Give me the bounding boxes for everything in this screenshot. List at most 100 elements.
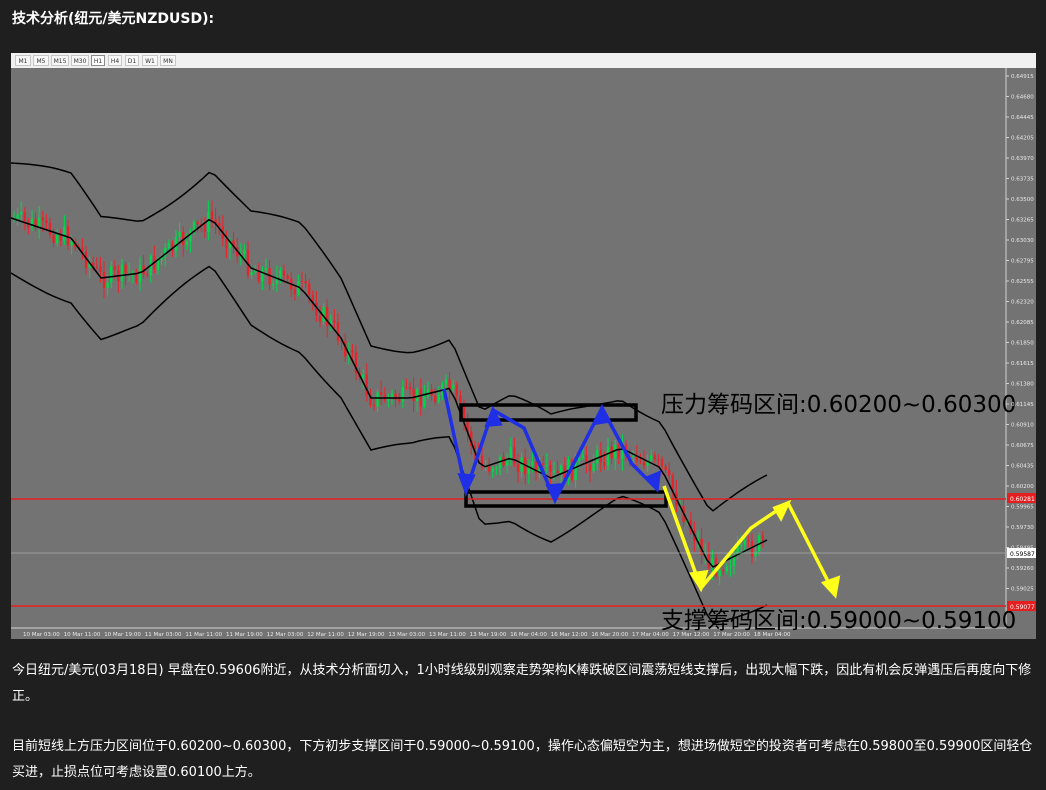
time-tick-label: 10 Mar 11:00 (64, 632, 101, 638)
candle-body (668, 470, 671, 476)
candle-body (581, 455, 584, 458)
timeframe-button-m1[interactable]: M1 (15, 55, 31, 66)
time-tick-label: 11 Mar 19:00 (226, 632, 263, 638)
candle-body (448, 379, 451, 390)
support-price-tag-text: 0.59077 (1010, 604, 1035, 611)
candle-body (225, 239, 228, 249)
time-tick-label: 18 Mar 04:00 (754, 632, 791, 638)
candle-body (398, 399, 401, 402)
candle-body (664, 466, 667, 471)
candle-body (653, 455, 656, 460)
candle-body (203, 224, 206, 232)
candle-body (333, 320, 336, 323)
candle-body (138, 265, 142, 283)
candle-body (106, 282, 109, 288)
price-tick-label: 0.59730 (1011, 525, 1034, 531)
price-tick-label: 0.63500 (1011, 197, 1034, 203)
candle-body (560, 465, 563, 473)
timeframe-button-m30[interactable]: M30 (71, 55, 89, 66)
candle-body (617, 444, 620, 459)
time-axis: 10 Mar 03:00 10 Mar 11:00 10 Mar 19:00 11 M… (23, 632, 791, 638)
candle-body (419, 389, 422, 407)
candle-body (41, 217, 44, 221)
candle-body (308, 283, 311, 295)
price-tick-label: 0.59025 (1011, 587, 1034, 593)
timeframe-button-h1[interactable]: H1 (91, 55, 105, 66)
candle-body (650, 455, 653, 461)
candle-body (52, 234, 55, 243)
candle-body (362, 374, 365, 378)
candle-body (45, 220, 48, 223)
candle-body (632, 455, 635, 457)
candle-body (336, 322, 340, 341)
candle-body (390, 393, 394, 398)
timeframe-button-w1[interactable]: W1 (142, 55, 158, 66)
time-tick-label: 12 Mar 11:00 (307, 632, 344, 638)
time-tick-label: 12 Mar 19:00 (348, 632, 385, 638)
price-tick-label: 0.61145 (1011, 402, 1034, 408)
candle-body (243, 249, 246, 255)
candle-body (210, 211, 214, 220)
time-tick-label: 13 Mar 11:00 (429, 632, 466, 638)
candle-body (588, 464, 592, 472)
timeframe-button-mn[interactable]: MN (160, 55, 176, 66)
candle-body (135, 273, 138, 283)
time-tick-label: 16 Mar 12:00 (551, 632, 588, 638)
candle-body (725, 566, 728, 572)
candle-body (272, 284, 275, 286)
candle-body (509, 447, 512, 460)
candle-body (495, 468, 498, 470)
candle-body (207, 211, 210, 232)
candle-body (401, 387, 404, 402)
candle-body (660, 459, 664, 467)
plot-background (11, 68, 1006, 628)
candle-body (743, 540, 746, 545)
time-tick-label: 16 Mar 20:00 (591, 632, 628, 638)
candle-body (185, 241, 188, 246)
candle-body (542, 463, 545, 466)
candle-body (592, 463, 595, 472)
time-tick-label: 12 Mar 03:00 (267, 632, 304, 638)
price-tick-label: 0.64680 (1011, 95, 1034, 101)
price-tick-label: 0.60435 (1011, 464, 1034, 470)
current-price-tag-text: 0.59587 (1010, 551, 1035, 558)
time-tick-label: 10 Mar 03:00 (23, 632, 60, 638)
candle-body (452, 384, 455, 390)
candle-body (286, 275, 289, 279)
time-tick-label: 16 Mar 04:00 (510, 632, 547, 638)
candle-body (556, 470, 559, 473)
candle-body (56, 234, 59, 243)
candle-body (408, 387, 412, 389)
price-tick-label: 0.60675 (1011, 443, 1034, 449)
candle-body (434, 395, 437, 402)
support-zone-label: 支撑筹码区间:0.59000~0.59100 (661, 608, 1016, 634)
time-tick-label: 17 Mar 20:00 (713, 632, 750, 638)
timeframe-button-d1[interactable]: D1 (125, 55, 139, 66)
price-tick-label: 0.64915 (1011, 74, 1034, 80)
price-tick-label: 0.63735 (1011, 177, 1034, 183)
candle-body (722, 569, 725, 572)
candle-body (545, 464, 548, 466)
timeframe-button-h4[interactable]: H4 (108, 55, 122, 66)
candle-body (488, 466, 491, 472)
timeframe-button-m5[interactable]: M5 (33, 55, 49, 66)
candle-body (549, 464, 552, 473)
candle-body (513, 447, 516, 465)
candle-body (740, 544, 743, 546)
forex-chart[interactable]: M1 M5 M15 M30 H1 H4 D1 W1 MN 压力筹码区间:0.60… (11, 53, 1036, 639)
page-heading: 技术分析(纽元/美元NZDUSD): (12, 11, 215, 27)
candle-body (95, 266, 98, 268)
candle-body (491, 469, 494, 472)
price-tick-label: 0.60910 (1011, 423, 1034, 429)
candle-body (459, 395, 462, 405)
candle-body (23, 212, 26, 221)
timeframe-button-m15[interactable]: M15 (51, 55, 69, 66)
candle-body (146, 274, 149, 276)
time-tick-label: 13 Mar 19:00 (470, 632, 507, 638)
time-tick-label: 17 Mar 04:00 (632, 632, 669, 638)
time-tick-label: 13 Mar 03:00 (388, 632, 425, 638)
candle-body (120, 264, 124, 282)
candle-body (423, 396, 426, 407)
price-tick-label: 0.59965 (1011, 505, 1034, 511)
candle-body (351, 349, 354, 353)
